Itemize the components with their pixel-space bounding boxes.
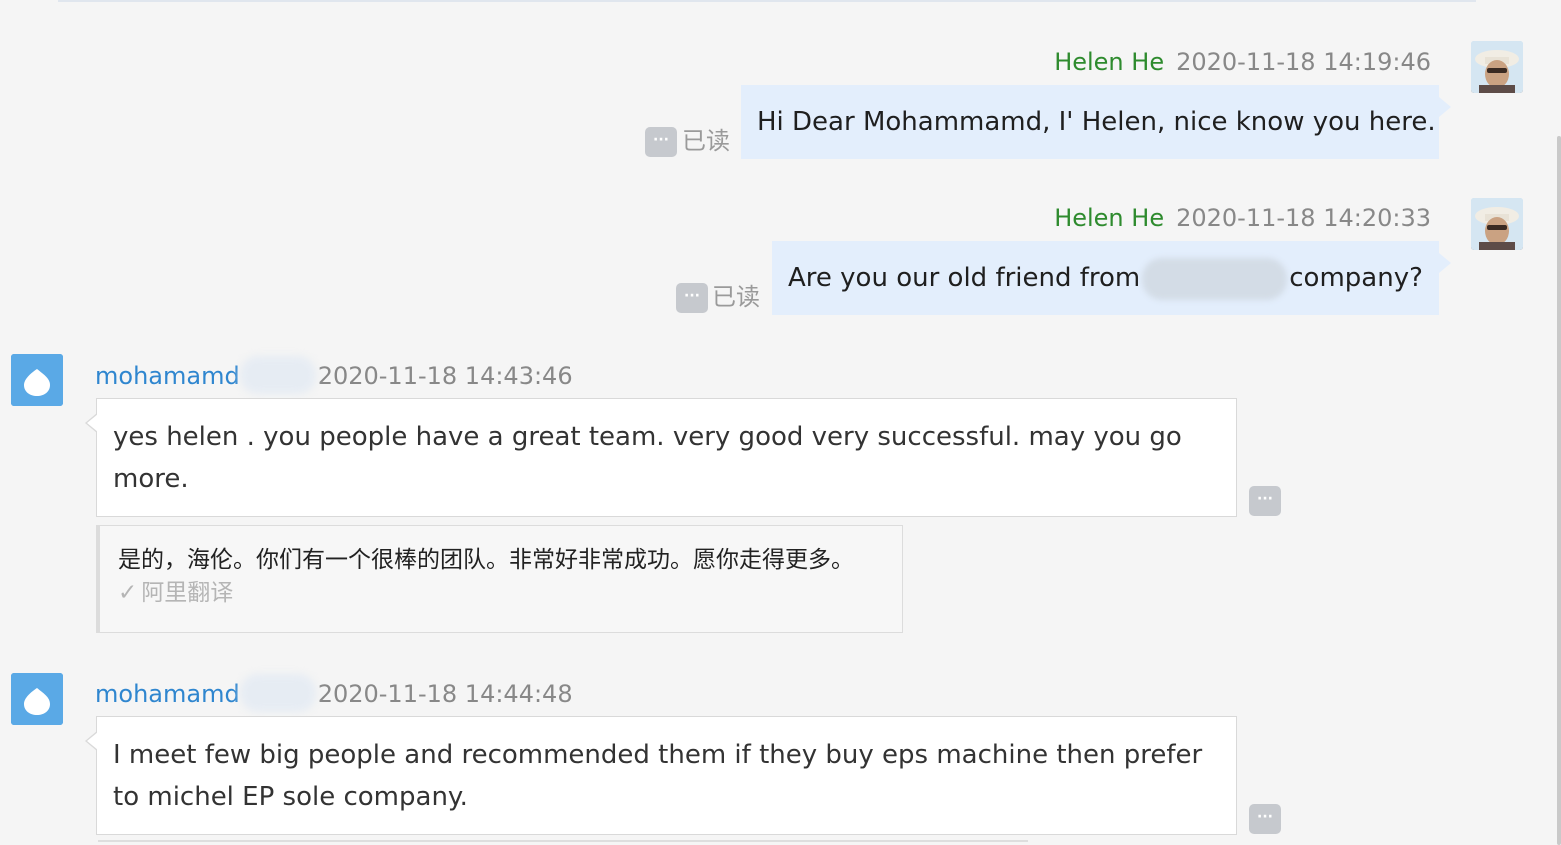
message-bubble[interactable]: Are you our old friend from company?	[772, 241, 1451, 315]
message-text-end: company?	[1289, 263, 1423, 293]
read-status: 已读	[712, 283, 760, 311]
sender-name[interactable]: Helen He	[1054, 48, 1164, 76]
default-avatar-icon	[11, 354, 63, 406]
message-time: 2020-11-18 14:20:33	[1176, 204, 1431, 232]
message-bubble[interactable]: Hi Dear Mohammamd, I' Helen, nice know y…	[741, 85, 1451, 159]
avatar-photo-icon	[1471, 198, 1523, 250]
more-options-button[interactable]: ···	[1249, 804, 1281, 834]
user-avatar[interactable]	[1471, 41, 1523, 93]
contact-avatar[interactable]	[11, 673, 63, 725]
message-bubble[interactable]: I meet few big people and recommended th…	[85, 716, 1237, 835]
check-icon: ✓	[118, 580, 138, 606]
redacted-blur	[240, 674, 316, 712]
message-bubble[interactable]: yes helen . you people have a great team…	[85, 398, 1237, 517]
message-text-start: Are you our old friend from	[788, 263, 1141, 293]
translation-source: ✓ 阿里翻译	[118, 578, 884, 608]
more-options-button[interactable]: ···	[1249, 486, 1281, 516]
sender-name[interactable]: mohamamd	[95, 680, 240, 708]
message-time: 2020-11-18 14:44:48	[317, 680, 573, 708]
translation-source-label: 阿里翻译	[141, 580, 234, 606]
sender-name[interactable]: Helen He	[1054, 204, 1164, 232]
redacted-blur	[240, 356, 316, 394]
translation-box: 是的，海伦。你们有一个很棒的团队。非常好非常成功。愿你走得更多。 ✓ 阿里翻译	[96, 525, 903, 633]
message-header: Helen He 2020-11-18 14:19:46	[900, 47, 1431, 77]
message-time: 2020-11-18 14:43:46	[317, 362, 573, 390]
avatar-photo-icon	[1471, 41, 1523, 93]
user-avatar[interactable]	[1471, 198, 1523, 250]
more-options-button[interactable]: ···	[645, 127, 677, 157]
scrollbar[interactable]	[1557, 136, 1561, 845]
sender-name[interactable]: mohamamd	[95, 362, 240, 390]
redacted-blur	[1142, 257, 1288, 300]
message-header: Helen He 2020-11-18 14:20:33	[900, 203, 1431, 233]
top-divider	[58, 0, 1476, 2]
translation-text: 是的，海伦。你们有一个很棒的团队。非常好非常成功。愿你走得更多。	[118, 547, 854, 573]
contact-avatar[interactable]	[11, 354, 63, 406]
message-header: mohamamd 2020-11-18 14:44:48	[95, 679, 595, 709]
read-status: 已读	[682, 127, 730, 155]
default-avatar-icon	[11, 673, 63, 725]
more-options-button[interactable]: ···	[676, 283, 708, 313]
message-header: mohamamd 2020-11-18 14:43:46	[95, 361, 595, 391]
next-item-edge	[98, 840, 1028, 842]
message-time: 2020-11-18 14:19:46	[1176, 48, 1431, 76]
